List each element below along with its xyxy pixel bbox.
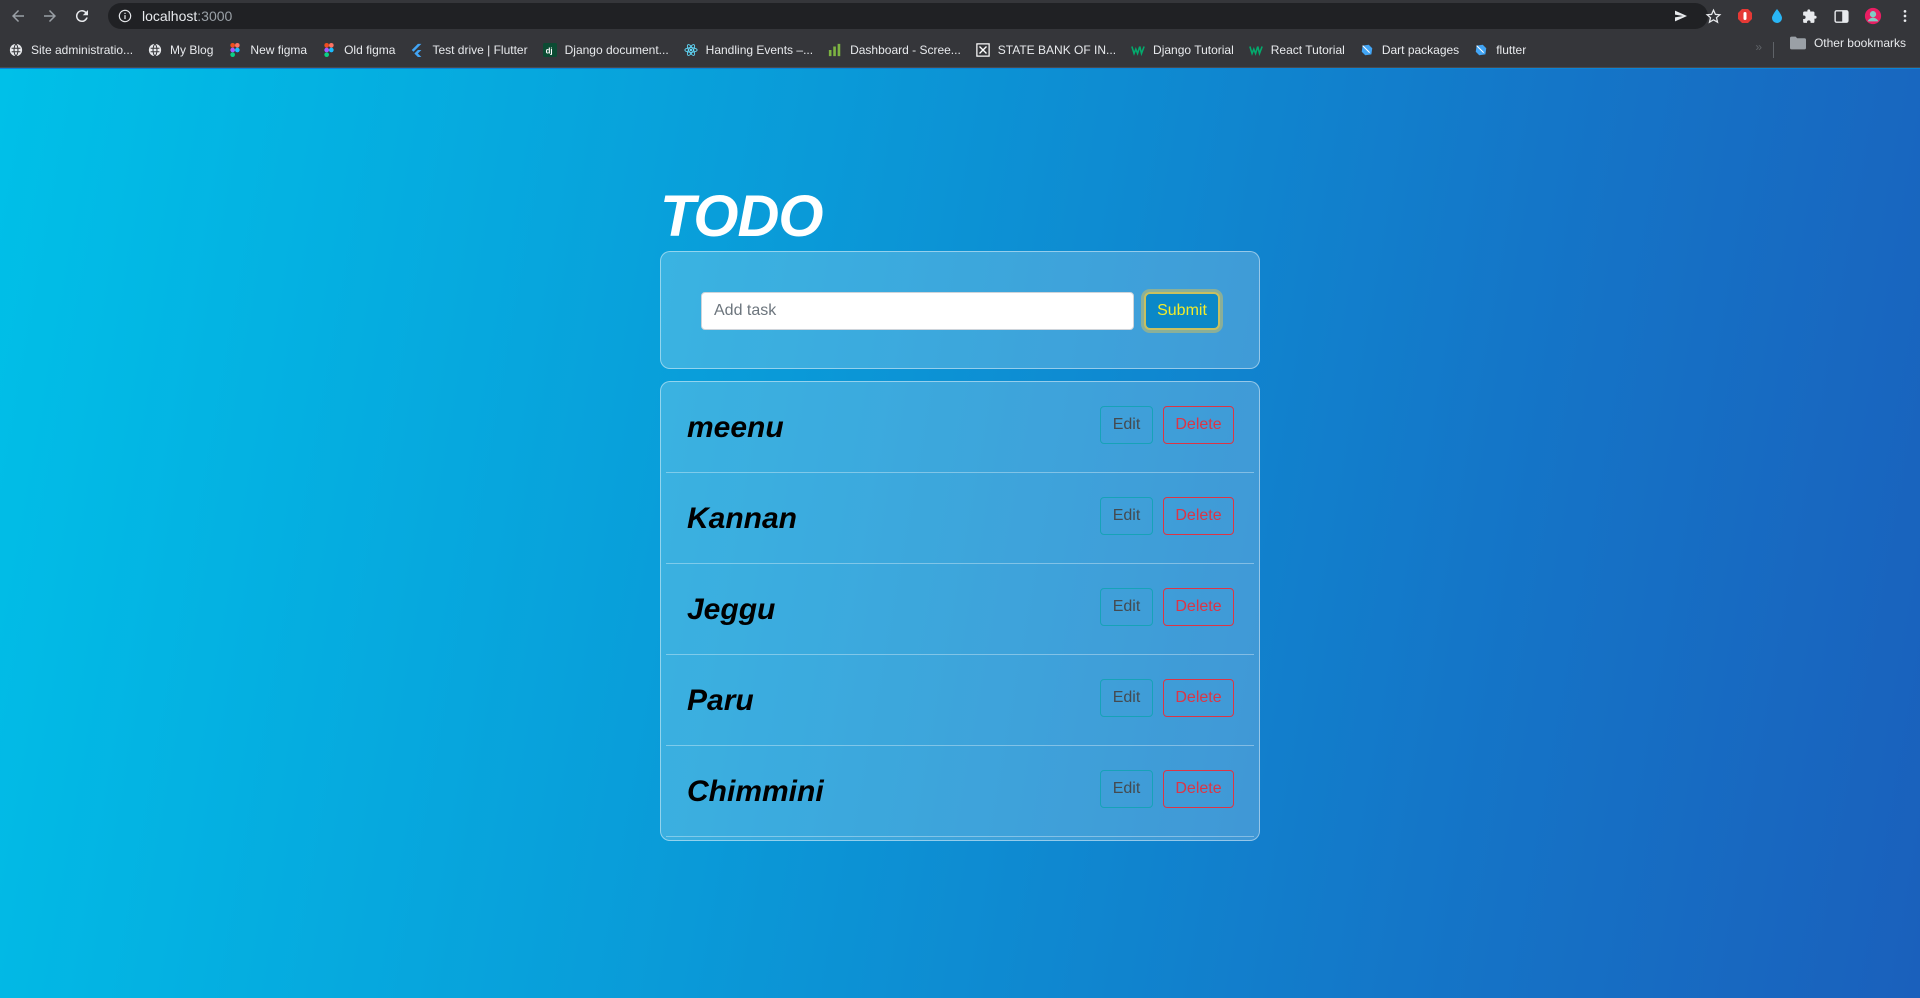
bookmark-item[interactable]: STATE BANK OF IN... xyxy=(970,36,1122,64)
delete-button[interactable]: Delete xyxy=(1163,679,1234,717)
bookmark-item[interactable]: Site administratio... xyxy=(3,36,139,64)
todo-row: Chimmini Edit Delete xyxy=(666,746,1254,837)
bookmark-label: Django Tutorial xyxy=(1153,42,1234,57)
todo-row: meenu Edit Delete xyxy=(666,382,1254,473)
bookmark-label: My Blog xyxy=(170,42,214,57)
react-icon xyxy=(684,43,698,57)
svg-text:dj: dj xyxy=(545,46,552,55)
side-panel-icon[interactable] xyxy=(1832,7,1850,25)
figma-icon xyxy=(228,42,242,57)
bookmark-label: New figma xyxy=(250,42,308,57)
extension-adblock-icon[interactable] xyxy=(1736,7,1754,25)
todo-name: meenu xyxy=(687,411,784,444)
todo-row: Kannan Edit Delete xyxy=(666,473,1254,564)
delete-button[interactable]: Delete xyxy=(1163,406,1234,444)
url-host: localhost xyxy=(142,8,198,24)
bookmark-label: Site administratio... xyxy=(31,42,134,57)
reload-icon[interactable] xyxy=(68,2,96,30)
browser-toolbar: localhost:3000 xyxy=(0,0,1920,32)
toolbar-actions xyxy=(1672,4,1914,28)
bookmark-item[interactable]: Dashboard - Scree... xyxy=(822,36,967,64)
url-text[interactable]: localhost:3000 xyxy=(142,8,232,24)
todo-name: Kannan xyxy=(687,502,798,535)
bookmark-label: React Tutorial xyxy=(1270,42,1345,57)
todo-row: Paru Edit Delete xyxy=(666,655,1254,746)
other-bookmarks-folder[interactable]: Other bookmarks xyxy=(1789,36,1906,50)
other-bookmarks-label: Other bookmarks xyxy=(1813,36,1906,50)
edit-button[interactable]: Edit xyxy=(1100,588,1153,626)
excel-icon xyxy=(976,42,990,57)
todo-name: Jeggu xyxy=(687,593,776,626)
send-icon[interactable] xyxy=(1672,7,1690,25)
dart-icon xyxy=(1360,43,1374,57)
todo-name: Chimmini xyxy=(687,775,824,808)
bookmark-label: Test drive | Flutter xyxy=(432,42,528,57)
dart-icon xyxy=(1474,43,1488,57)
add-task-input[interactable] xyxy=(701,292,1134,330)
edit-button[interactable]: Edit xyxy=(1100,497,1153,535)
bookmark-item[interactable]: flutter xyxy=(1468,36,1532,64)
bookmark-label: Dashboard - Scree... xyxy=(850,42,961,57)
menu-kebab-icon[interactable] xyxy=(1896,7,1914,25)
back-icon[interactable] xyxy=(4,2,32,30)
bookmark-label: Django document... xyxy=(564,42,669,57)
bookmark-label: Dart packages xyxy=(1381,42,1460,57)
bookmarks-overflow-icon[interactable]: » xyxy=(1755,40,1762,54)
edit-button[interactable]: Edit xyxy=(1100,406,1153,444)
address-bar[interactable]: localhost:3000 xyxy=(108,3,1708,29)
bookmark-item[interactable]: Old figma xyxy=(316,36,401,64)
todo-name: Paru xyxy=(687,684,754,717)
figma-icon xyxy=(322,42,336,57)
extensions-puzzle-icon[interactable] xyxy=(1800,7,1818,25)
delete-button[interactable]: Delete xyxy=(1163,770,1234,808)
bookmark-item[interactable]: Django Tutorial xyxy=(1125,36,1240,64)
edit-button[interactable]: Edit xyxy=(1100,770,1153,808)
bookmark-label: STATE BANK OF IN... xyxy=(997,42,1117,57)
delete-button[interactable]: Delete xyxy=(1163,588,1234,626)
app-page: TODO Submit meenu Edit Delete Kannan Edi… xyxy=(0,69,1920,998)
submit-button[interactable]: Submit xyxy=(1144,292,1220,330)
bookmark-item[interactable]: Handling Events –... xyxy=(678,36,819,64)
folder-icon xyxy=(1789,36,1806,50)
bookmark-item[interactable]: dj Django document... xyxy=(537,36,675,64)
todo-row: Jeggu Edit Delete xyxy=(666,564,1254,655)
site-info-icon[interactable] xyxy=(118,9,132,23)
forward-icon[interactable] xyxy=(36,2,64,30)
url-port: :3000 xyxy=(197,8,233,24)
todo-list: meenu Edit Delete Kannan Edit Delete Jeg… xyxy=(660,381,1260,841)
edit-button[interactable]: Edit xyxy=(1100,679,1153,717)
bookmarks-bar: Site administratio... My Blog New figma Old… xyxy=(0,32,1920,68)
bookmark-label: Old figma xyxy=(344,42,396,57)
bookmark-star-icon[interactable] xyxy=(1704,7,1722,25)
bookmark-item[interactable]: My Blog xyxy=(142,36,219,64)
w3-icon xyxy=(1248,43,1263,57)
flutter-icon xyxy=(410,43,424,57)
bookmark-label: flutter xyxy=(1496,42,1527,57)
add-task-form: Submit xyxy=(660,251,1260,369)
bookmark-item[interactable]: Test drive | Flutter xyxy=(404,36,533,64)
w3-icon xyxy=(1131,43,1145,57)
globe-icon xyxy=(148,43,162,57)
bookmark-label: Handling Events –... xyxy=(705,42,814,57)
bar-chart-icon xyxy=(828,43,842,57)
extension-drop-icon[interactable] xyxy=(1768,7,1786,25)
bookmark-item[interactable]: New figma xyxy=(222,36,313,64)
globe-icon xyxy=(9,43,23,57)
profile-avatar-icon[interactable] xyxy=(1864,7,1882,25)
delete-button[interactable]: Delete xyxy=(1163,497,1234,535)
bookmarks-separator xyxy=(1773,42,1774,58)
bookmark-item[interactable]: React Tutorial xyxy=(1243,36,1351,64)
bookmark-item[interactable]: Dart packages xyxy=(1354,36,1465,64)
app-title: TODO xyxy=(660,184,823,249)
django-icon: dj xyxy=(542,42,557,57)
